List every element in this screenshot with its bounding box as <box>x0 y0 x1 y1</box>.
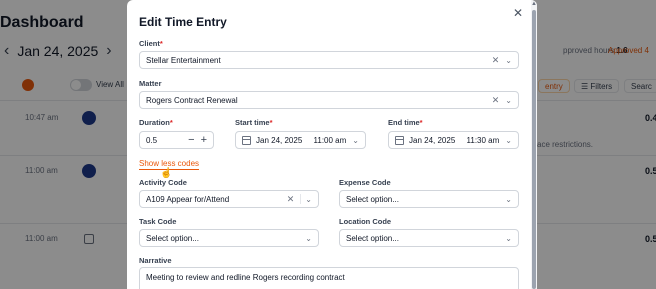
matter-value: Rogers Contract Renewal <box>146 95 238 105</box>
activity-code-value: A109 Appear for/Attend <box>146 194 230 204</box>
chevron-down-icon[interactable]: ⌄ <box>305 234 312 243</box>
expense-code-value: Select option... <box>346 194 399 204</box>
chevron-down-icon[interactable]: ⌄ <box>505 195 512 204</box>
client-label: Client* <box>139 39 163 48</box>
location-code-label: Location Code <box>339 217 392 226</box>
location-code-value: Select option... <box>346 233 399 243</box>
chevron-down-icon[interactable]: ⌄ <box>305 195 312 204</box>
task-code-select[interactable]: Select option... ⌄ <box>139 229 319 247</box>
duration-label: Duration* <box>139 118 173 127</box>
start-time-value: 11:00 am <box>313 135 347 145</box>
clear-icon[interactable]: ✕ <box>492 55 500 66</box>
scrollbar[interactable]: ▲ <box>531 0 537 289</box>
end-date: Jan 24, 2025 <box>409 135 456 145</box>
client-value: Stellar Entertainment <box>146 55 221 65</box>
matter-label: Matter <box>139 79 162 88</box>
activity-code-label: Activity Code <box>139 178 187 187</box>
edit-time-entry-modal: Edit Time Entry ✕ Client* Stellar Entert… <box>127 0 537 289</box>
task-code-label: Task Code <box>139 217 177 226</box>
scroll-up-icon[interactable]: ▲ <box>531 0 537 8</box>
decrement-button[interactable]: − <box>188 134 194 146</box>
increment-button[interactable]: + <box>201 134 207 146</box>
chevron-down-icon[interactable]: ⌄ <box>505 234 512 243</box>
duration-value[interactable]: 0.5 <box>146 136 182 145</box>
chevron-down-icon[interactable]: ⌄ <box>352 136 359 145</box>
chevron-down-icon[interactable]: ⌄ <box>505 56 512 65</box>
divider <box>300 194 302 204</box>
expense-code-label: Expense Code <box>339 178 391 187</box>
expense-code-select[interactable]: Select option... ⌄ <box>339 190 519 208</box>
calendar-icon <box>242 135 251 145</box>
end-time-picker[interactable]: Jan 24, 2025 11:30 am ⌄ <box>388 131 519 149</box>
activity-code-select[interactable]: A109 Appear for/Attend ✕ ⌄ <box>139 190 319 208</box>
clear-icon[interactable]: ✕ <box>287 194 295 205</box>
end-time-value: 11:30 am <box>466 135 500 145</box>
duration-stepper[interactable]: 0.5 − + <box>139 131 214 149</box>
calendar-icon <box>395 135 404 145</box>
scrollbar-thumb[interactable] <box>532 10 536 289</box>
start-date: Jan 24, 2025 <box>256 135 303 145</box>
client-select[interactable]: Stellar Entertainment ✕ ⌄ <box>139 51 519 69</box>
narrative-textarea[interactable]: Meeting to review and redline Rogers rec… <box>139 267 519 289</box>
close-icon[interactable]: ✕ <box>512 7 524 19</box>
chevron-down-icon[interactable]: ⌄ <box>505 96 512 105</box>
matter-select[interactable]: Rogers Contract Renewal ✕ ⌄ <box>139 91 519 109</box>
modal-title: Edit Time Entry <box>139 15 227 29</box>
clear-icon[interactable]: ✕ <box>492 95 500 106</box>
start-time-picker[interactable]: Jan 24, 2025 11:00 am ⌄ <box>235 131 366 149</box>
narrative-label: Narrative <box>139 256 172 265</box>
start-time-label: Start time* <box>235 118 273 127</box>
location-code-select[interactable]: Select option... ⌄ <box>339 229 519 247</box>
task-code-value: Select option... <box>146 233 199 243</box>
end-time-label: End time* <box>388 118 423 127</box>
chevron-down-icon[interactable]: ⌄ <box>505 136 512 145</box>
